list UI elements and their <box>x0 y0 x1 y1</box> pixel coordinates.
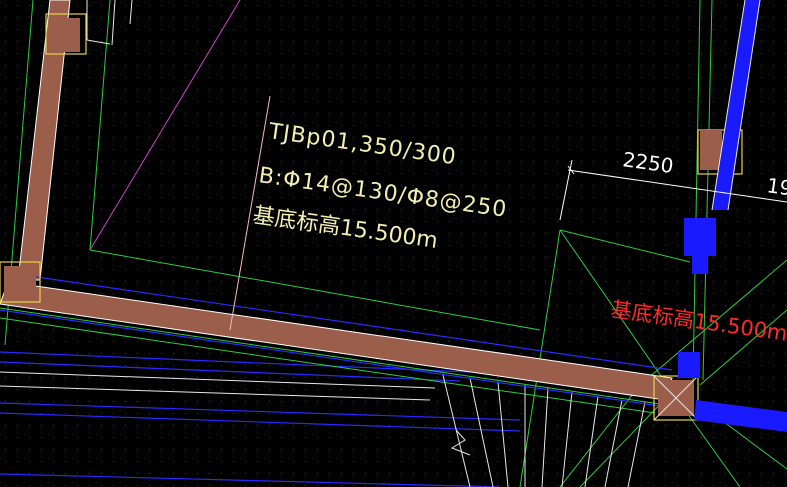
column-top-left <box>45 13 87 55</box>
cad-drawing-canvas[interactable]: TJBp01,350/300 B:Φ14@130/Φ8@250 基底标高15.5… <box>0 0 787 487</box>
column-left <box>0 261 41 303</box>
dimension-next-value-text[interactable]: 19 <box>765 173 787 200</box>
column-bottom-right <box>653 375 699 421</box>
